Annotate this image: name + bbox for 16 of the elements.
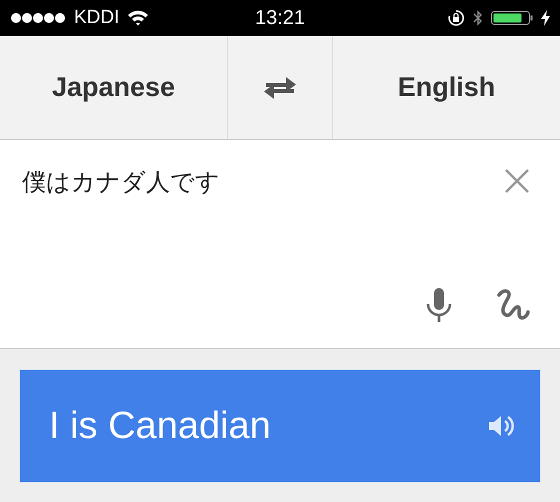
input-field[interactable]: 僕はカナダ人です: [22, 168, 422, 196]
close-icon[interactable]: [504, 168, 530, 194]
rotation-lock-icon: [447, 9, 465, 27]
speaker-icon[interactable]: [488, 413, 514, 439]
microphone-icon[interactable]: [426, 288, 452, 322]
clock: 13:21: [254, 6, 306, 30]
handwriting-icon[interactable]: [496, 288, 530, 322]
translation-text: I is Canadian: [49, 404, 271, 448]
carrier-name: KDDI: [74, 7, 120, 29]
swap-arrows-icon: [262, 74, 298, 100]
charging-icon: [541, 10, 550, 26]
swap-languages-button[interactable]: [227, 36, 333, 139]
signal-icon: [10, 12, 66, 24]
wifi-icon: [127, 10, 150, 26]
battery-icon: [491, 9, 533, 27]
bluetooth-icon: [473, 9, 483, 27]
